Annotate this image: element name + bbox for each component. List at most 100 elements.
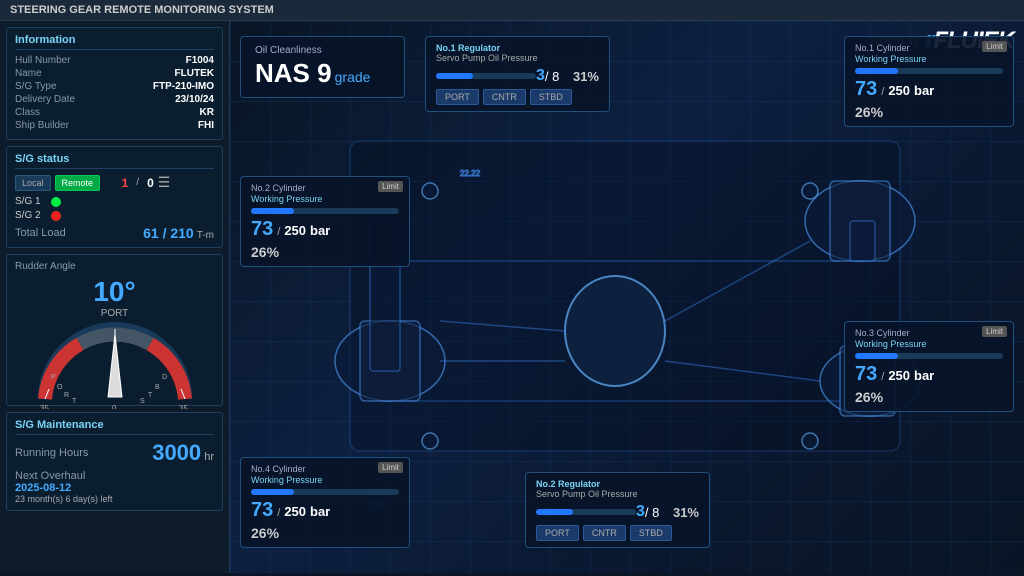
reg1-title: No.1 Regulator (436, 43, 599, 53)
left-panel: Information Hull Number F1004 Name FLUTE… (0, 21, 230, 573)
svg-text:35: 35 (40, 404, 49, 409)
count-active: 1 (122, 176, 129, 190)
reg1-stbd-btn[interactable]: STBD (530, 89, 572, 105)
cyl1-value-row: 73 / 250 bar (855, 78, 1003, 101)
svg-text:35: 35 (179, 404, 188, 409)
reg1-buttons: PORT CNTR STBD (436, 89, 599, 105)
reg2-progress-bar (536, 509, 636, 515)
reg2-cntr-btn[interactable]: CNTR (583, 525, 626, 541)
app-title: STEERING GEAR REMOTE MONITORING SYSTEM (10, 4, 274, 16)
rudder-gauge-svg: 35 35 0 P O R T S T B D (35, 319, 195, 409)
reg1-cntr-btn[interactable]: CNTR (483, 89, 526, 105)
shipbuilder-value: FHI (198, 120, 214, 131)
rudder-direction: PORT (15, 308, 214, 319)
cyl3-progress-bar (855, 353, 1003, 359)
reg2-stbd-btn[interactable]: STBD (630, 525, 672, 541)
cyl3-percent: 26% (855, 389, 1003, 405)
svg-text:D: D (162, 374, 167, 381)
cyl2-value-row: 73 / 250 bar (251, 218, 399, 241)
rudder-title: Rudder Angle (15, 261, 214, 272)
total-load-value: 61 / 210 (143, 225, 194, 241)
info-shipbuilder: Ship Builder FHI (15, 120, 214, 131)
reg1-total: / 8 (545, 69, 559, 84)
class-label: Class (15, 107, 40, 118)
running-unit: hr (204, 451, 214, 463)
shipbuilder-label: Ship Builder (15, 120, 69, 131)
rudder-gauge: 35 35 0 P O R T S T B D (35, 319, 195, 399)
next-overhaul-label: Next Overhaul (15, 470, 85, 482)
reg2-title: No.2 Regulator (536, 479, 699, 489)
delivery-value: 23/10/24 (175, 94, 214, 105)
reg1-value: 3 (536, 67, 545, 85)
cyl2-title: No.2 Cylinder (251, 183, 399, 193)
cyl1-percent: 26% (855, 104, 1003, 120)
right-panel: 22.22 PATH Y67 00:00:01:12 rFLUIEK Oil C… (230, 21, 1024, 573)
total-load-label: Total Load (15, 227, 66, 239)
cyl4-progress-fill (251, 489, 294, 495)
svg-text:T: T (72, 398, 77, 405)
sg2-label: S/G 2 (15, 210, 45, 221)
mode-remote-btn[interactable]: Remote (55, 175, 101, 191)
reg1-progress-bar (436, 73, 536, 79)
top-bar: STEERING GEAR REMOTE MONITORING SYSTEM (0, 0, 1024, 21)
info-title: Information (15, 34, 214, 50)
sg-status-title: S/G status (15, 153, 214, 169)
cyl2-progress-fill (251, 208, 294, 214)
total-load-unit: T-m (197, 230, 214, 241)
hull-value: F1004 (186, 55, 214, 66)
reg2-subtitle: Servo Pump Oil Pressure (536, 489, 699, 499)
svg-text:S: S (140, 398, 145, 405)
cyl4-total: 250 (284, 504, 306, 519)
cyl4-progress-bar (251, 489, 399, 495)
reg2-percent: 31% (673, 505, 699, 520)
mode-local-btn[interactable]: Local (15, 175, 51, 191)
cyl1-value: 73 (855, 78, 877, 101)
cyl2-value: 73 (251, 218, 273, 241)
cyl3-limit-badge: Limit (982, 326, 1007, 337)
months-left: 23 month(s) 6 day(s) left (15, 494, 214, 504)
reg1-value-row: 3 / 8 31% (436, 67, 599, 85)
info-class: Class KR (15, 107, 214, 118)
reg1-subtitle: Servo Pump Oil Pressure (436, 53, 599, 63)
cyl4-value-row: 73 / 250 bar (251, 499, 399, 522)
svg-text:0: 0 (112, 404, 117, 409)
next-overhaul-date: 2025-08-12 (15, 482, 214, 494)
reg1-port-btn[interactable]: PORT (436, 89, 479, 105)
sg1-row: S/G 1 (15, 196, 214, 207)
hull-label: Hull Number (15, 55, 71, 66)
cylinder3-card: Limit No.3 Cylinder Working Pressure 73 … (844, 321, 1014, 412)
maintenance-box: S/G Maintenance Running Hours 3000 hr Ne… (6, 412, 223, 511)
main-layout: Information Hull Number F1004 Name FLUTE… (0, 21, 1024, 573)
oil-cleanliness-grade: grade (335, 69, 371, 85)
sg2-status-dot (51, 211, 61, 221)
sgtype-value: FTP-210-IMO (153, 81, 214, 92)
cyl4-percent: 26% (251, 525, 399, 541)
cyl4-value: 73 (251, 499, 273, 522)
sg2-row: S/G 2 (15, 210, 214, 221)
sgtype-label: S/G Type (15, 81, 57, 92)
cyl3-value-row: 73 / 250 bar (855, 363, 1003, 386)
cyl1-subtitle: Working Pressure (855, 54, 1003, 64)
rudder-box: Rudder Angle 10° PORT (6, 254, 223, 406)
cyl2-limit-badge: Limit (378, 181, 403, 192)
cyl3-title: No.3 Cylinder (855, 328, 1003, 338)
cyl4-title: No.4 Cylinder (251, 464, 399, 474)
rudder-angle-value: 10° (15, 276, 214, 308)
cylinder2-card: Limit No.2 Cylinder Working Pressure 73 … (240, 176, 410, 267)
sg1-label: S/G 1 (15, 196, 45, 207)
oil-cleanliness-title: Oil Cleanliness (255, 45, 390, 56)
reg2-progress-fill (536, 509, 573, 515)
delivery-label: Delivery Date (15, 94, 75, 105)
svg-text:T: T (148, 392, 153, 399)
svg-text:R: R (64, 392, 69, 399)
cyl2-percent: 26% (251, 244, 399, 260)
cyl3-total: 250 (888, 368, 910, 383)
reg2-value: 3 (636, 503, 645, 521)
reg2-value-row: 3 / 8 31% (536, 503, 699, 521)
info-name: Name FLUTEK (15, 68, 214, 79)
class-value: KR (200, 107, 214, 118)
svg-text:O: O (57, 384, 63, 391)
reg2-port-btn[interactable]: PORT (536, 525, 579, 541)
cyl3-unit: bar (914, 368, 934, 383)
sg1-status-dot (51, 197, 61, 207)
